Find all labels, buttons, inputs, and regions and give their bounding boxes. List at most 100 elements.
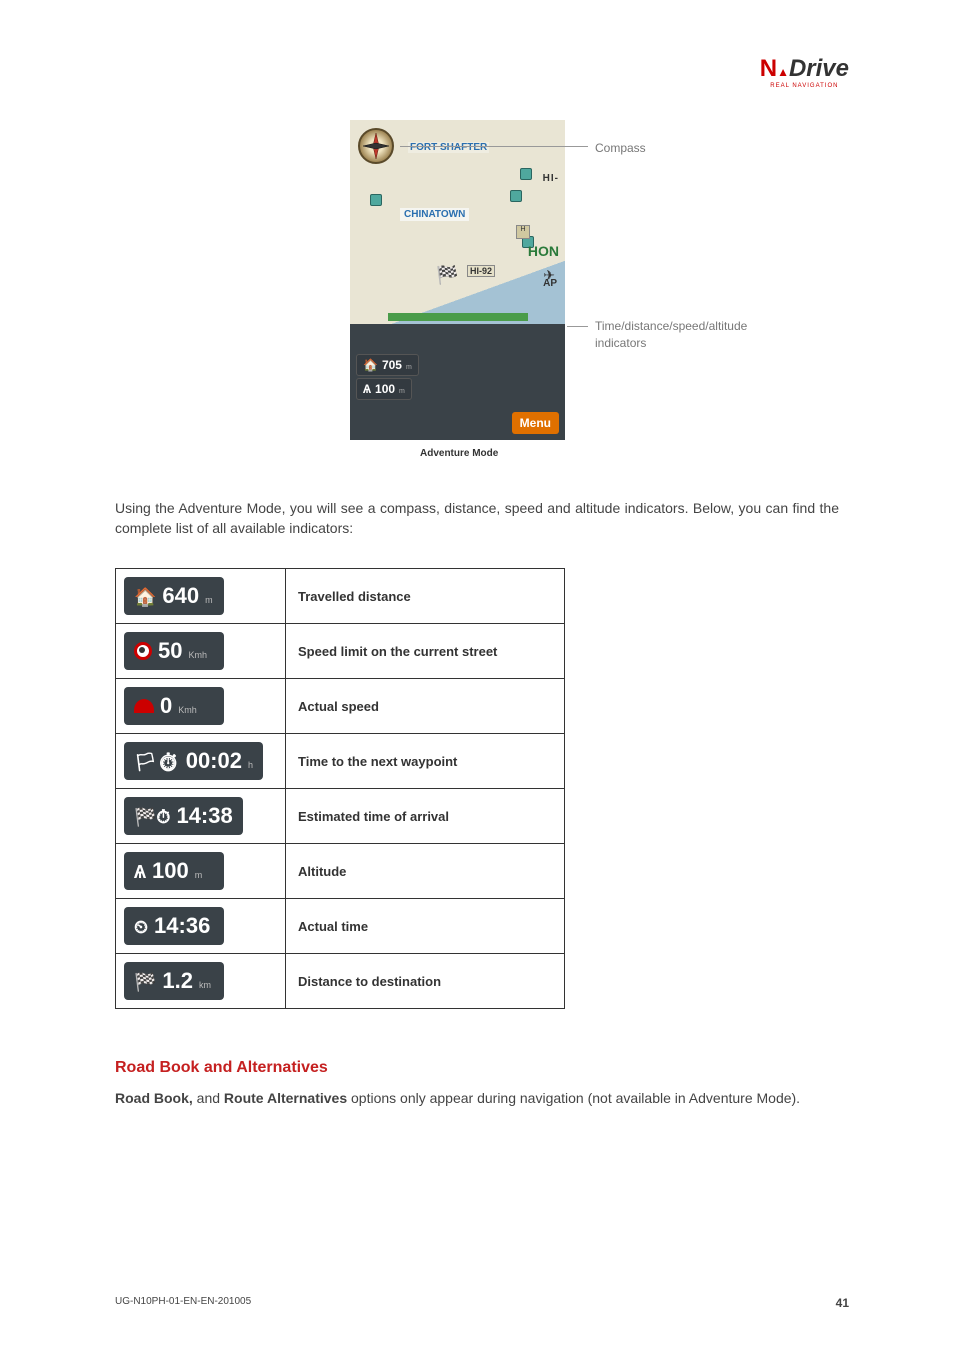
body-paragraph: Using the Adventure Mode, you will see a… [115,499,839,538]
table-row: Ѧ 100 m Altitude [116,844,565,899]
checkered-flag-icon: 🏁 [436,265,458,286]
screenshot-figure: H ✈ 🏁 FORT SHAFTER CHINATOWN HI- HON HI-… [350,120,839,459]
compass-icon [358,128,394,164]
logo-subtitle: REAL NAVIGATION [760,83,849,89]
map-label: CHINATOWN [400,208,469,221]
indicator-value: 50 [158,638,182,664]
adventure-mode-screenshot: H ✈ 🏁 FORT SHAFTER CHINATOWN HI- HON HI-… [350,120,565,440]
altitude-icon: Ѧ [134,862,146,883]
indicator-cell: 🏁 1.2 km [116,954,286,1009]
distance-icon: 🏠 [363,358,378,372]
indicator-value: 00:02 [186,748,242,774]
indicator-value: 1.2 [162,968,193,994]
indicator-description: Actual speed [286,679,565,734]
bold-term: Route Alternatives [224,1090,347,1106]
indicator-cell: 0 Kmh [116,679,286,734]
indicator-block: ⏲ 14:36 [124,907,224,945]
indicator-block: 🏳⏱ 00:02 h [124,742,263,780]
indicator-block: 0 Kmh [124,687,224,725]
indicator-description: Distance to destination [286,954,565,1009]
table-row: 🏠 640 m Travelled distance [116,569,565,624]
logo-n: N [760,55,777,82]
map-label: HI- [541,173,561,184]
indicator-value: 14:36 [154,913,210,939]
altitude-indicator: Ѧ 100 m [356,378,412,400]
indicator-unit: m [399,388,405,395]
map-label: HON [526,243,561,259]
speed-limit-icon [134,642,152,660]
indicator-value: 0 [160,693,172,719]
page-footer: UG-N10PH-01-EN-EN-201005 41 [115,1296,849,1310]
indicator-cell: Ѧ 100 m [116,844,286,899]
indicator-cell: 50 Kmh [116,624,286,679]
indicator-description: Speed limit on the current street [286,624,565,679]
callout-compass: Compass [595,140,646,157]
indicator-value: 14:38 [176,803,232,829]
indicator-block: 50 Kmh [124,632,224,670]
callout-leader [400,146,588,147]
indicator-cell: 🏠 640 m [116,569,286,624]
doc-id: UG-N10PH-01-EN-EN-201005 [115,1296,251,1310]
brand-logo: N▲Drive REAL NAVIGATION [760,55,849,89]
map-label: FORT SHAFTER [408,142,489,153]
speedometer-icon [134,699,154,713]
table-row: 🏁 1.2 km Distance to destination [116,954,565,1009]
text: options only appear during navigation (n… [347,1090,800,1106]
poi-icon [370,194,382,206]
map-label: HI-92 [467,265,495,277]
indicator-unit: Kmh [178,705,197,715]
poi-icon [520,168,532,180]
indicator-value: 705 [382,358,402,372]
indicator-table: 🏠 640 m Travelled distance 50 Kmh Speed … [115,568,565,1009]
logo-arrow-icon: ▲ [777,65,789,79]
status-bar [388,313,528,321]
eta-icon: 🏁⏱ [134,807,170,828]
table-row: ⏲ 14:36 Actual time [116,899,565,954]
highway-shield-icon: H [516,225,530,239]
distance-indicator: 🏠 705 m [356,354,419,376]
indicator-value: 100 [152,858,189,884]
indicator-block: 🏠 640 m [124,577,224,615]
section-heading: Road Book and Alternatives [115,1059,839,1077]
callout-leader [567,326,588,327]
time-to-waypoint-icon: 🏳⏱ [134,752,180,773]
distance-icon: 🏠 [134,587,156,608]
section-body: Road Book, and Route Alternatives option… [115,1089,839,1109]
menu-button[interactable]: Menu [512,412,559,434]
indicator-unit: h [248,760,253,770]
indicator-cell: 🏁⏱ 14:38 [116,789,286,844]
bold-term: Road Book, [115,1090,193,1106]
indicator-description: Travelled distance [286,569,565,624]
clock-icon: ⏲ [134,917,148,938]
indicator-cell: 🏳⏱ 00:02 h [116,734,286,789]
page-content: N▲Drive REAL NAVIGATION H ✈ 🏁 FORT SHAFT… [0,0,954,1149]
indicator-value: 100 [375,382,395,396]
callout-indicators: Time/distance/speed/altitude indicators [595,318,785,352]
page-number: 41 [836,1296,849,1310]
indicator-description: Altitude [286,844,565,899]
indicator-unit: m [205,595,213,605]
table-row: 50 Kmh Speed limit on the current street [116,624,565,679]
table-row: 🏁⏱ 14:38 Estimated time of arrival [116,789,565,844]
indicator-cell: ⏲ 14:36 [116,899,286,954]
distance-to-destination-icon: 🏁 [134,972,156,993]
indicator-description: Estimated time of arrival [286,789,565,844]
altitude-icon: Ѧ [363,382,371,396]
indicator-description: Actual time [286,899,565,954]
text: and [193,1090,224,1106]
indicator-block: Ѧ 100 m [124,852,224,890]
poi-icon [510,190,522,202]
indicator-block: 🏁⏱ 14:38 [124,797,243,835]
table-row: 0 Kmh Actual speed [116,679,565,734]
indicator-unit: km [199,980,211,990]
table-row: 🏳⏱ 00:02 h Time to the next waypoint [116,734,565,789]
indicator-unit: m [406,364,412,371]
figure-caption: Adventure Mode [420,448,839,459]
logo-rest: Drive [789,55,849,82]
indicator-block: 🏁 1.2 km [124,962,224,1000]
map-label: AP [541,278,559,289]
indicator-value: 640 [162,583,199,609]
indicator-description: Time to the next waypoint [286,734,565,789]
indicator-unit: m [195,870,203,880]
indicator-unit: Kmh [188,650,207,660]
